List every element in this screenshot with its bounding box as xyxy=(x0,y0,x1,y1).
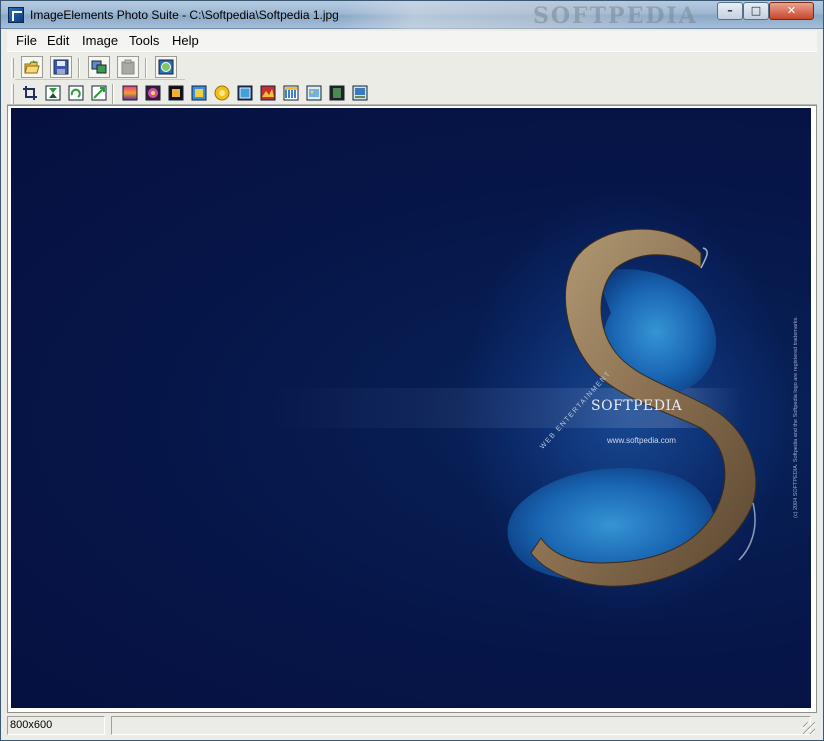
sun-button[interactable] xyxy=(211,82,233,104)
main-toolbar xyxy=(11,56,185,80)
copy-button[interactable] xyxy=(88,56,110,78)
open-button[interactable] xyxy=(21,56,43,78)
toolbar-area xyxy=(7,51,817,105)
blur-button[interactable] xyxy=(188,82,210,104)
thumbnail-button[interactable] xyxy=(349,82,371,104)
image-viewport[interactable]: SOFTPEDIA www.softpedia.com WEB ENTERTAI… xyxy=(7,105,817,713)
frame-effect-icon xyxy=(168,85,184,101)
crop-icon xyxy=(22,85,38,101)
menu-help[interactable]: Help xyxy=(172,33,199,48)
thumbnail-icon xyxy=(352,85,368,101)
free-rotate-button[interactable] xyxy=(88,82,110,104)
island-image xyxy=(507,228,757,587)
menu-edit[interactable]: Edit xyxy=(47,33,69,48)
picture-effect-icon xyxy=(306,85,322,101)
menu-tools[interactable]: Tools xyxy=(129,33,159,48)
rotate-button[interactable] xyxy=(65,82,87,104)
save-disk-icon xyxy=(53,59,69,75)
paste-image-icon-disabled xyxy=(120,59,136,75)
open-folder-icon xyxy=(24,59,40,75)
menu-bar: File Edit Image Tools Help xyxy=(7,31,817,51)
picture-button[interactable] xyxy=(303,82,325,104)
image-canvas[interactable]: SOFTPEDIA www.softpedia.com WEB ENTERTAI… xyxy=(11,108,811,708)
minimize-button[interactable]: – xyxy=(717,2,743,20)
flower-effect-icon xyxy=(145,85,161,101)
status-info xyxy=(111,716,811,735)
rotate-free-icon xyxy=(91,85,107,101)
paint-effect-icon xyxy=(260,85,276,101)
copy-image-icon xyxy=(91,59,107,75)
toolbar-grip[interactable] xyxy=(11,58,14,78)
save-button[interactable] xyxy=(50,56,72,78)
web-export-button[interactable] xyxy=(155,56,177,78)
blur-effect-icon xyxy=(191,85,207,101)
canvas-brand-text: SOFTPEDIA xyxy=(591,398,683,414)
toolbar-separator xyxy=(78,58,80,78)
flip-vertical-icon xyxy=(45,85,61,101)
toolbar-separator xyxy=(145,58,147,78)
film-frame-button[interactable] xyxy=(326,82,348,104)
title-watermark: SOFTPEDIA xyxy=(533,3,698,29)
border-button[interactable] xyxy=(234,82,256,104)
frame-button[interactable] xyxy=(165,82,187,104)
menu-file[interactable]: File xyxy=(16,33,37,48)
border-effect-icon xyxy=(237,85,253,101)
sun-effect-icon xyxy=(214,85,230,101)
web-export-icon xyxy=(158,59,174,75)
toolbar-separator xyxy=(112,84,114,104)
menu-image[interactable]: Image xyxy=(82,33,118,48)
close-button[interactable]: ✕ xyxy=(769,2,814,20)
maximize-button[interactable]: □ xyxy=(743,2,769,20)
gradient-effect-icon xyxy=(122,85,138,101)
water-effect-icon xyxy=(283,85,299,101)
status-bar: 800x600 xyxy=(7,716,817,736)
flower-button[interactable] xyxy=(142,82,164,104)
water-button[interactable] xyxy=(280,82,302,104)
status-image-size: 800x600 xyxy=(7,716,105,735)
paint-button[interactable] xyxy=(257,82,279,104)
toolbar-grip[interactable] xyxy=(11,84,14,104)
resize-grip[interactable] xyxy=(803,722,815,734)
title-bar[interactable]: SOFTPEDIA ImageElements Photo Suite - C:… xyxy=(1,1,823,29)
window-title: ImageElements Photo Suite - C:\Softpedia… xyxy=(30,8,339,22)
gradient-button[interactable] xyxy=(119,82,141,104)
app-icon[interactable] xyxy=(8,7,24,23)
film-frame-icon xyxy=(329,85,345,101)
canvas-copyright-text: (c) 2004 SOFTPEDIA. Softpedia and the So… xyxy=(793,316,799,518)
crop-button[interactable] xyxy=(19,82,41,104)
effects-toolbar xyxy=(11,82,375,106)
rotate-icon xyxy=(68,85,84,101)
app-window: SOFTPEDIA ImageElements Photo Suite - C:… xyxy=(0,0,824,741)
flip-button[interactable] xyxy=(42,82,64,104)
paste-button[interactable] xyxy=(117,56,139,78)
canvas-url-text: www.softpedia.com xyxy=(607,436,676,445)
